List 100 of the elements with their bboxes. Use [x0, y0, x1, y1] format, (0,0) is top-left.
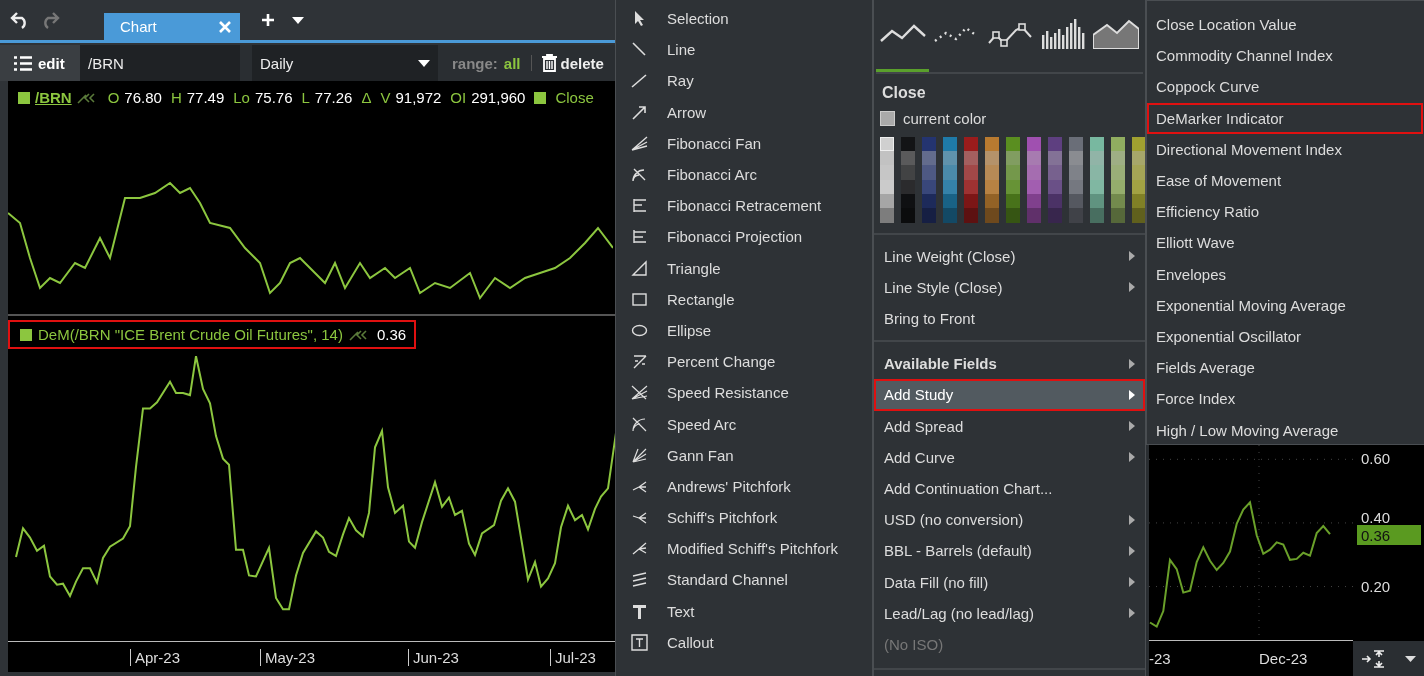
study-menu-item[interactable]: Elliott Wave — [1147, 227, 1423, 259]
drawing-tool-item[interactable]: Gann Fan — [616, 439, 872, 471]
drawing-tool-item[interactable]: Schiff's Pitchfork — [616, 502, 872, 534]
color-swatch[interactable] — [985, 151, 999, 166]
color-swatch[interactable] — [1069, 208, 1083, 223]
color-swatch[interactable] — [1090, 165, 1104, 180]
color-swatch[interactable] — [1132, 151, 1145, 166]
fit-axis-icon[interactable] — [1362, 650, 1387, 668]
drawing-tool-item[interactable]: Andrews' Pitchfork — [616, 470, 872, 502]
color-swatch[interactable] — [1069, 136, 1083, 152]
study-menu-item[interactable]: Exponential Oscillator — [1147, 320, 1423, 353]
color-swatch[interactable] — [922, 165, 936, 180]
close-icon[interactable] — [218, 19, 232, 34]
study-menu-item[interactable]: High / Low Moving Average — [1147, 414, 1423, 446]
color-swatch[interactable] — [922, 208, 936, 223]
color-swatch[interactable] — [901, 151, 915, 166]
color-swatch[interactable] — [1132, 165, 1145, 180]
current-color-swatch[interactable] — [880, 110, 895, 126]
color-swatch[interactable] — [1048, 165, 1062, 180]
delete-button[interactable]: delete — [541, 54, 604, 72]
color-swatch[interactable] — [1048, 136, 1062, 152]
color-swatch[interactable] — [880, 208, 894, 223]
color-swatch[interactable] — [1090, 151, 1104, 166]
drawing-tool-item[interactable]: Rectangle — [616, 283, 872, 315]
color-swatch[interactable] — [1111, 151, 1125, 166]
menu-header[interactable]: Available Fields — [874, 348, 1145, 380]
color-swatch[interactable] — [964, 165, 978, 180]
color-swatch[interactable] — [1111, 208, 1125, 223]
color-swatch[interactable] — [901, 208, 915, 223]
color-swatch[interactable] — [964, 208, 978, 223]
menu-item[interactable]: Line Weight (Close) — [874, 240, 1145, 272]
study-menu-item[interactable]: Envelopes — [1147, 258, 1423, 290]
interval-dropdown[interactable]: Daily — [252, 45, 438, 81]
study-menu-item[interactable]: Efficiency Ratio — [1147, 196, 1423, 228]
color-swatch[interactable] — [1132, 136, 1145, 152]
study-menu-item[interactable]: DeMarker Indicator — [1147, 102, 1423, 134]
color-swatch[interactable] — [1027, 136, 1041, 152]
color-swatch[interactable] — [1006, 165, 1020, 180]
drawing-tool-item[interactable]: Text — [616, 595, 872, 627]
color-swatch[interactable] — [985, 165, 999, 180]
color-swatch[interactable] — [1048, 208, 1062, 223]
range-value[interactable]: all — [503, 54, 521, 72]
edit-button[interactable]: edit — [0, 45, 80, 81]
color-swatch[interactable] — [1090, 136, 1104, 152]
study-menu-item[interactable]: Exponential Moving Average — [1147, 289, 1423, 321]
menu-item[interactable]: Bring to Front — [874, 302, 1145, 335]
color-swatch[interactable] — [1069, 165, 1083, 180]
symbol-link[interactable]: /BRN — [35, 89, 72, 106]
color-swatch[interactable] — [1027, 208, 1041, 223]
menu-item[interactable]: USD (no conversion) — [874, 504, 1145, 536]
color-swatch[interactable] — [880, 151, 894, 166]
study-menu-item[interactable]: Force Index — [1147, 383, 1423, 415]
color-swatch[interactable] — [964, 136, 978, 152]
study-menu-item[interactable]: Directional Movement Index — [1147, 133, 1423, 165]
drawing-tool-item[interactable]: Speed Resistance — [616, 377, 872, 409]
color-swatch[interactable] — [880, 165, 894, 180]
color-swatch[interactable] — [985, 208, 999, 223]
drawing-tool-item[interactable]: Selection — [616, 3, 872, 35]
color-swatch[interactable] — [985, 136, 999, 152]
caret-icon[interactable] — [1404, 656, 1416, 662]
drawing-tool-item[interactable]: Modified Schiff's Pitchfork — [616, 533, 872, 565]
drawing-tool-item[interactable]: Fibonacci Fan — [616, 127, 872, 159]
color-swatch[interactable] — [943, 136, 957, 152]
drawing-tool-item[interactable]: Fibonacci Projection — [616, 221, 872, 253]
study-menu-item[interactable]: Commodity Channel Index — [1147, 40, 1423, 72]
symbol-field[interactable]: /BRN — [80, 45, 240, 81]
drawing-tool-item[interactable]: Standard Channel — [616, 564, 872, 596]
menu-item[interactable]: Add Study — [874, 379, 1145, 411]
menu-item[interactable]: Lead/Lag (no lead/lag) — [874, 597, 1145, 629]
color-swatch[interactable] — [922, 151, 936, 166]
drawing-tool-item[interactable]: Ellipse — [616, 314, 872, 347]
drawing-tool-item[interactable]: Arrow — [616, 96, 872, 128]
color-swatch[interactable] — [1132, 208, 1145, 223]
color-swatch[interactable] — [964, 151, 978, 166]
study-menu-item[interactable]: Close Location Value — [1147, 9, 1423, 41]
color-swatch[interactable] — [1006, 208, 1020, 223]
color-swatch[interactable] — [1027, 165, 1041, 180]
drawing-tool-item[interactable]: Triangle — [616, 252, 872, 284]
study-menu-item[interactable]: Ease of Movement — [1147, 164, 1423, 197]
color-swatch[interactable] — [943, 151, 957, 166]
color-swatch[interactable] — [901, 136, 915, 152]
color-swatch[interactable] — [1027, 151, 1041, 166]
menu-item[interactable]: BBL - Barrels (default) — [874, 535, 1145, 567]
color-swatch[interactable] — [1006, 136, 1020, 152]
drawing-tool-item[interactable]: Fibonacci Arc — [616, 158, 872, 191]
color-swatch[interactable] — [880, 136, 894, 152]
drawing-tool-item[interactable]: Callout — [616, 626, 872, 658]
drawing-tool-item[interactable]: Percent Change — [616, 346, 872, 378]
color-swatch[interactable] — [922, 136, 936, 152]
color-swatch[interactable] — [1090, 208, 1104, 223]
color-swatch[interactable] — [943, 165, 957, 180]
drawing-tool-item[interactable]: Line — [616, 34, 872, 66]
drawing-tool-item[interactable]: Fibonacci Retracement — [616, 190, 872, 222]
drawing-tool-item[interactable]: Ray — [616, 65, 872, 97]
menu-item[interactable]: Add Curve — [874, 441, 1145, 473]
study-menu-item[interactable]: Fields Average — [1147, 352, 1423, 384]
menu-item[interactable]: Add Spread — [874, 410, 1145, 442]
color-swatch[interactable] — [943, 208, 957, 223]
color-swatch[interactable] — [1048, 151, 1062, 166]
color-swatch[interactable] — [901, 165, 915, 180]
